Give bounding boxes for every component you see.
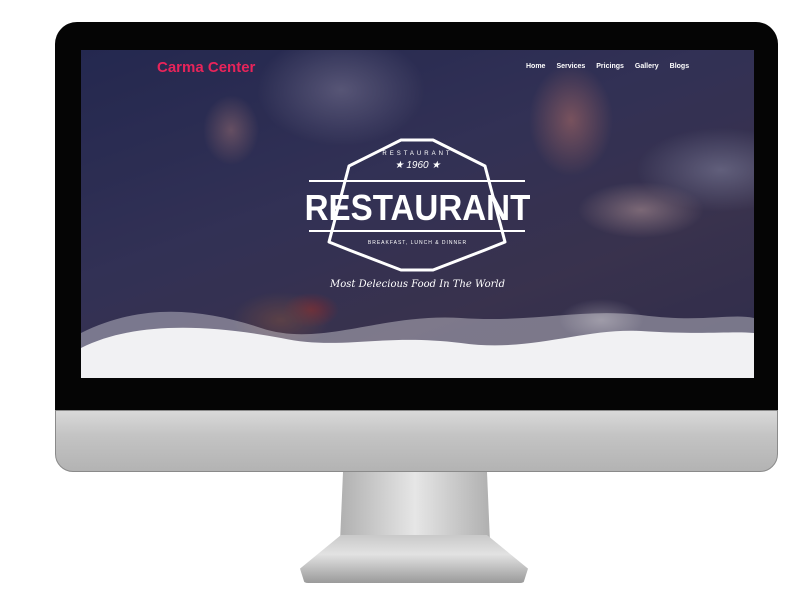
badge-year: ★ 1960 ★ <box>394 160 441 171</box>
nav-pricings[interactable]: Pricings <box>596 63 624 70</box>
nav-blogs[interactable]: Blogs <box>670 63 689 70</box>
badge-top-text: RESTAURANT <box>382 151 453 157</box>
nav-gallery[interactable]: Gallery <box>635 63 659 70</box>
monitor-stand-base <box>300 535 528 583</box>
hero-tagline: Most Delecious Food In The World <box>330 279 505 290</box>
main-nav: Home Services Pricings Gallery Blogs <box>526 63 689 70</box>
nav-services[interactable]: Services <box>556 63 585 70</box>
badge-bottom-text: BREAKFAST, LUNCH & DINNER <box>367 240 468 246</box>
wave-divider <box>81 311 754 378</box>
brand-logo[interactable]: Carma Center <box>157 59 255 76</box>
hero-title: RESTAURANT <box>304 187 531 228</box>
nav-home[interactable]: Home <box>526 63 545 70</box>
monitor-chin <box>55 410 778 472</box>
website-screen: Carma Center Home Services Pricings Gall… <box>81 50 754 378</box>
monitor-stand-neck <box>340 472 490 542</box>
